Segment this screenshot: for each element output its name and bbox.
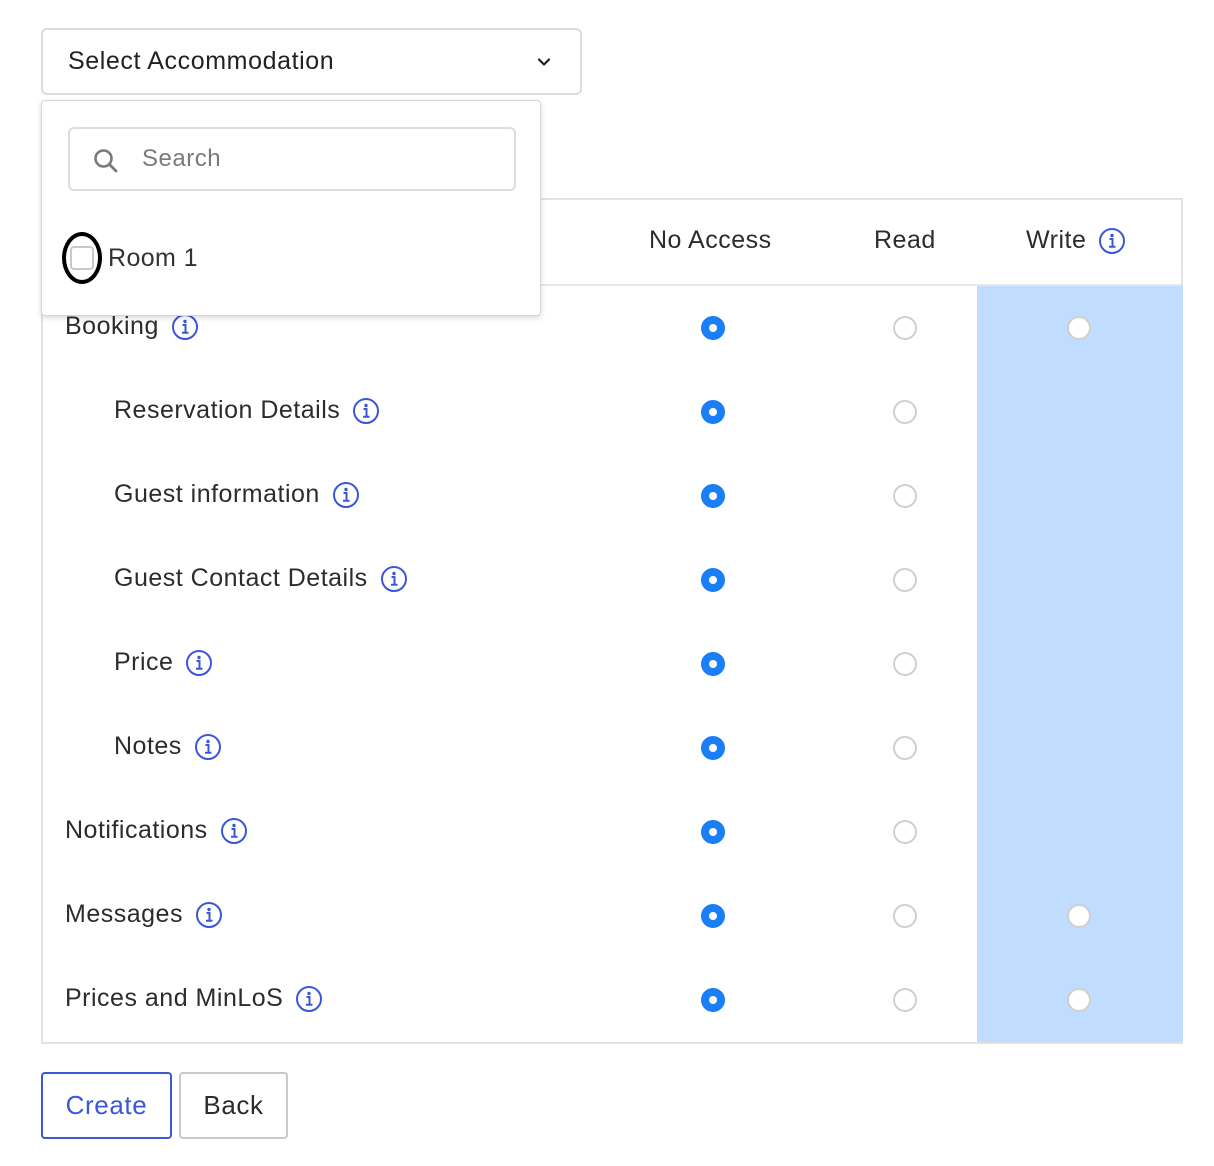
accommodation-select[interactable]: Select Accommodation [41, 28, 582, 95]
radio-read[interactable] [893, 316, 917, 340]
radio-no-access[interactable] [701, 820, 725, 844]
row-label-text: Prices and MinLoS [65, 984, 284, 1012]
table-row: Reservation Details [43, 370, 1181, 454]
row-label: Prices and MinLoS [65, 984, 323, 1013]
info-icon[interactable] [185, 649, 213, 677]
table-row: Messages [43, 874, 1181, 958]
row-label-text: Guest Contact Details [114, 564, 368, 592]
dropdown-option-room-1[interactable]: Room 1 [62, 232, 198, 284]
radio-read[interactable] [893, 820, 917, 844]
row-label: Guest information [114, 480, 360, 509]
table-row: Notifications [43, 790, 1181, 874]
radio-no-access[interactable] [701, 484, 725, 508]
row-label: Notes [114, 732, 222, 761]
room-checkbox[interactable] [70, 246, 94, 270]
column-header-read: Read [874, 226, 936, 254]
accommodation-select-label: Select Accommodation [68, 47, 335, 75]
row-label: Notifications [65, 816, 248, 845]
row-label-text: Messages [65, 900, 183, 928]
table-row: Guest information [43, 454, 1181, 538]
radio-no-access[interactable] [701, 736, 725, 760]
table-row: Prices and MinLoS [43, 958, 1181, 1042]
radio-read[interactable] [893, 652, 917, 676]
radio-read[interactable] [893, 400, 917, 424]
row-label-text: Notifications [65, 816, 208, 844]
radio-no-access[interactable] [701, 652, 725, 676]
radio-write[interactable] [1067, 316, 1091, 340]
radio-read[interactable] [893, 484, 917, 508]
search-icon [94, 149, 118, 173]
table-row: Price [43, 622, 1181, 706]
info-icon[interactable] [194, 733, 222, 761]
column-header-no-access: No Access [649, 226, 772, 254]
row-label-text: Price [114, 648, 174, 676]
row-label: Guest Contact Details [114, 564, 408, 593]
table-row: Guest Contact Details [43, 538, 1181, 622]
checkbox-highlight [62, 232, 102, 284]
info-icon[interactable] [171, 313, 199, 341]
radio-no-access[interactable] [701, 400, 725, 424]
radio-no-access[interactable] [701, 316, 725, 340]
row-label-text: Reservation Details [114, 396, 341, 424]
create-button[interactable]: Create [41, 1072, 172, 1139]
info-icon[interactable] [295, 985, 323, 1013]
search-box [68, 127, 516, 191]
radio-no-access[interactable] [701, 988, 725, 1012]
dropdown-option-label: Room 1 [108, 243, 198, 272]
info-icon[interactable] [332, 481, 360, 509]
row-label: Reservation Details [114, 396, 380, 425]
radio-no-access[interactable] [701, 568, 725, 592]
info-icon[interactable] [1098, 227, 1126, 255]
radio-read[interactable] [893, 568, 917, 592]
column-header-write: Write [1026, 226, 1126, 255]
search-input[interactable] [142, 139, 502, 179]
info-icon[interactable] [352, 397, 380, 425]
row-label: Messages [65, 900, 223, 929]
chevron-down-icon [537, 58, 551, 66]
row-label: Booking [65, 312, 199, 341]
row-label: Price [114, 648, 213, 677]
radio-read[interactable] [893, 904, 917, 928]
column-header-write-label: Write [1026, 226, 1087, 254]
table-row: Notes [43, 706, 1181, 790]
radio-write[interactable] [1067, 904, 1091, 928]
permissions-table: No Access Read Write Booking Reservation … [41, 198, 1183, 1044]
row-label-text: Booking [65, 312, 159, 340]
radio-no-access[interactable] [701, 904, 725, 928]
info-icon[interactable] [195, 901, 223, 929]
radio-read[interactable] [893, 736, 917, 760]
back-button[interactable]: Back [179, 1072, 288, 1139]
accommodation-dropdown: Room 1 [41, 100, 541, 316]
radio-read[interactable] [893, 988, 917, 1012]
info-icon[interactable] [380, 565, 408, 593]
radio-write[interactable] [1067, 988, 1091, 1012]
info-icon[interactable] [220, 817, 248, 845]
row-label-text: Notes [114, 732, 182, 760]
row-label-text: Guest information [114, 480, 320, 508]
